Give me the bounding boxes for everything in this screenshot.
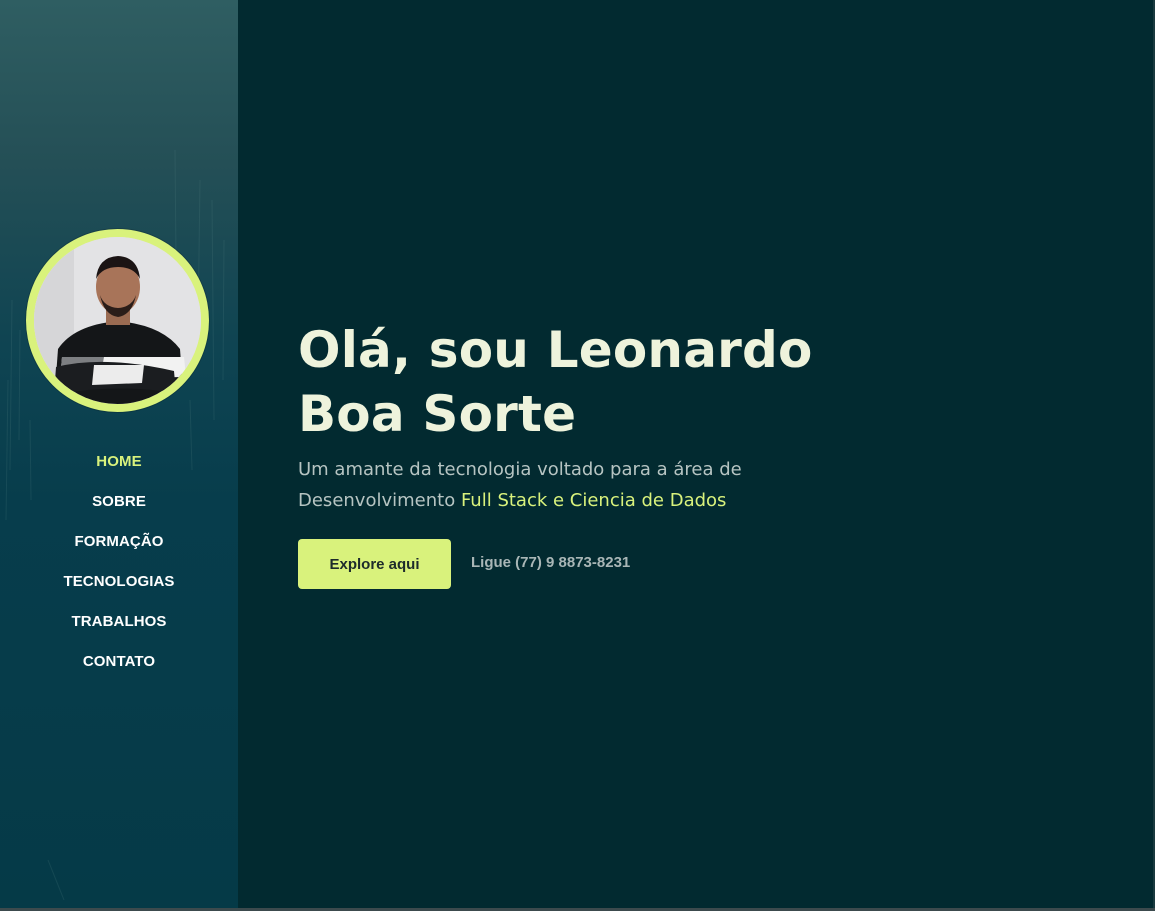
- nav-link-trabalhos[interactable]: TRABALHOS: [71, 608, 166, 636]
- nav-item-trabalhos: TRABALHOS: [0, 608, 238, 648]
- hero-section: Olá, sou Leonardo Boa Sorte Um amante da…: [298, 318, 818, 516]
- nav-item-home: HOME: [0, 448, 238, 488]
- hero-title-line2: Boa Sorte: [298, 385, 577, 443]
- nav-item-tecnologias: TECNOLOGIAS: [0, 568, 238, 608]
- avatar: [26, 229, 209, 412]
- nav-link-contato[interactable]: CONTATO: [83, 648, 155, 676]
- hero-title-line1: Olá, sou Leonardo: [298, 321, 813, 379]
- nav-item-contato: CONTATO: [0, 648, 238, 688]
- nav-link-tecnologias[interactable]: TECNOLOGIAS: [63, 568, 174, 596]
- hero-title: Olá, sou Leonardo Boa Sorte: [298, 318, 818, 446]
- nav-item-formacao: FORMAÇÃO: [0, 528, 238, 568]
- sidebar-nav: HOME SOBRE FORMAÇÃO TECNOLOGIAS TRABALHO…: [0, 448, 238, 688]
- phone-contact: Ligue (77) 9 8873-8231: [471, 553, 631, 571]
- profile-photo-image: [34, 237, 201, 404]
- hero-actions: Explore aqui Ligue (77) 9 8873-8231: [298, 539, 630, 589]
- sidebar: HOME SOBRE FORMAÇÃO TECNOLOGIAS TRABALHO…: [0, 0, 238, 908]
- nav-link-home[interactable]: HOME: [96, 448, 141, 476]
- hero-lead: Um amante da tecnologia voltado para a á…: [298, 454, 798, 516]
- nav-link-formacao[interactable]: FORMAÇÃO: [74, 528, 163, 556]
- explore-button[interactable]: Explore aqui: [298, 539, 451, 589]
- nav-item-sobre: SOBRE: [0, 488, 238, 528]
- nav-link-sobre[interactable]: SOBRE: [92, 488, 146, 516]
- page: HOME SOBRE FORMAÇÃO TECNOLOGIAS TRABALHO…: [0, 0, 1155, 911]
- profile-photo: [34, 237, 201, 404]
- hero-lead-highlight: Full Stack e Ciencia de Dados: [460, 490, 727, 511]
